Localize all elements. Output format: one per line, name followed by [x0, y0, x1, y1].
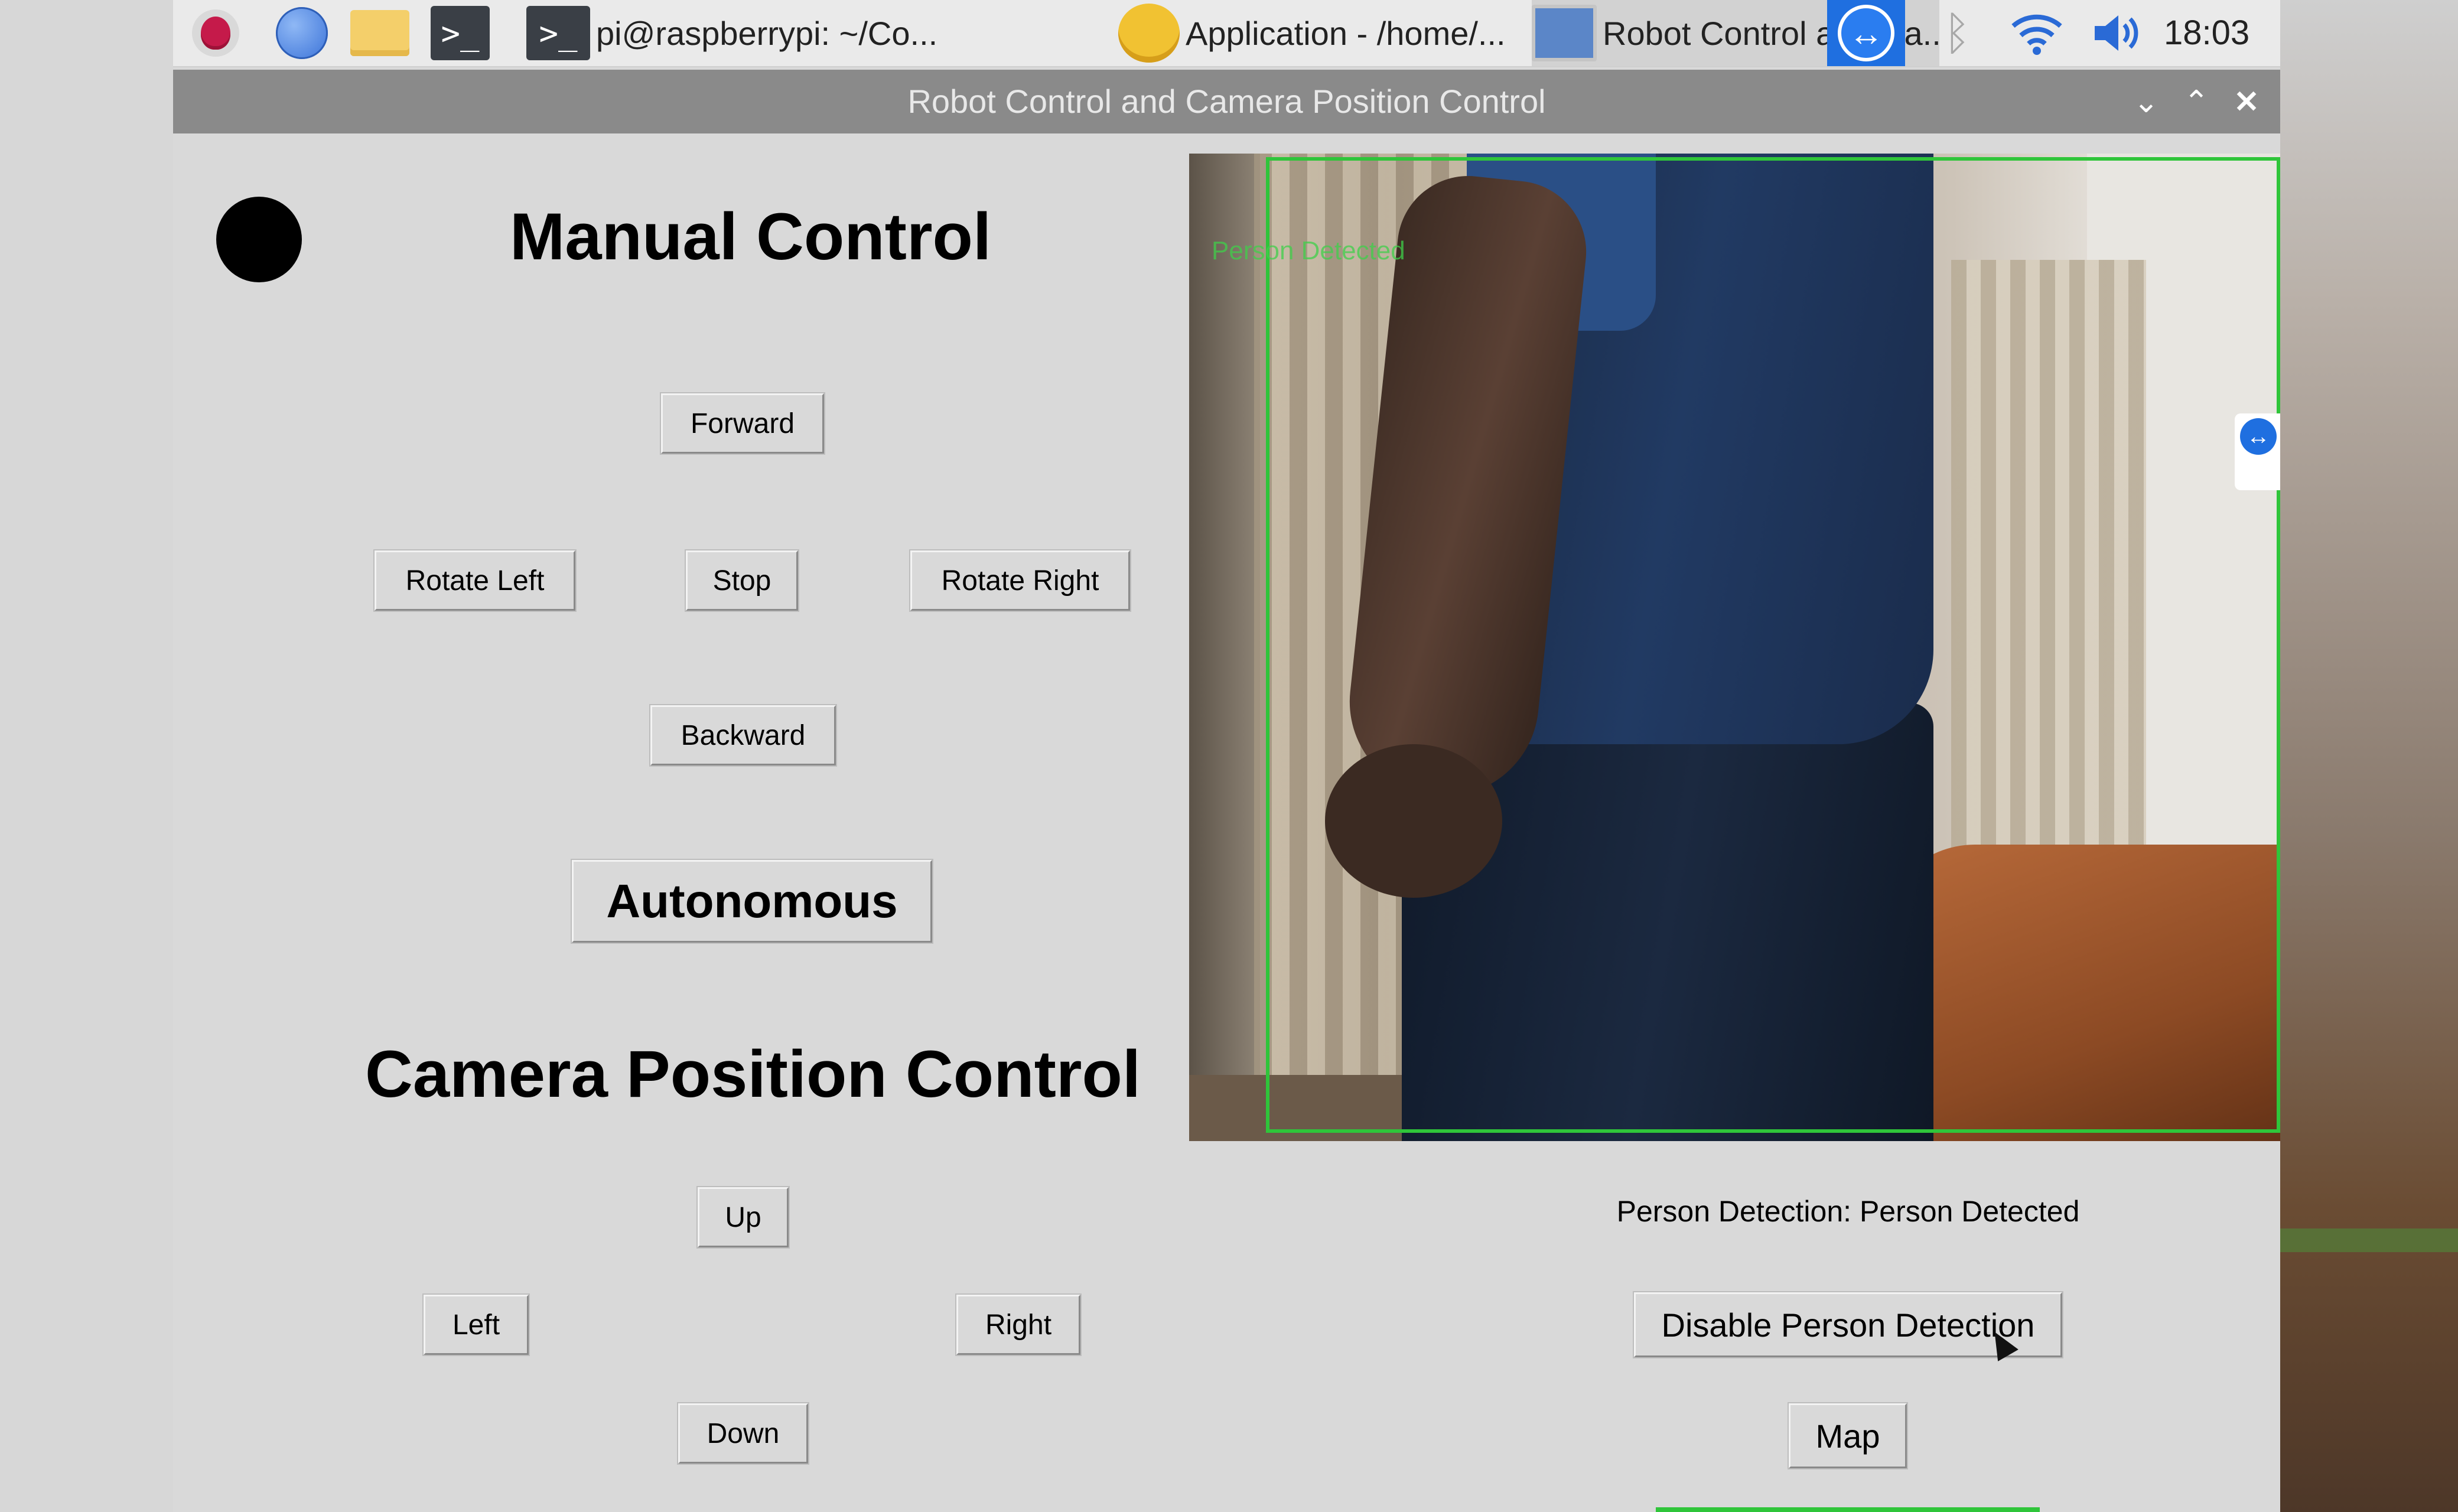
rotate-left-button[interactable]: Rotate Left [375, 550, 575, 611]
taskbar: >_ >_ pi@raspberrypi: ~/Co... Applicatio… [173, 0, 2280, 67]
taskbar-item-label: pi@raspberrypi: ~/Co... [596, 14, 938, 52]
web-browser-icon[interactable] [272, 6, 331, 60]
autonomous-button[interactable]: Autonomous [572, 860, 932, 943]
taskbar-item-label: Application - /home/... [1186, 14, 1506, 52]
camera-down-button[interactable]: Down [678, 1403, 808, 1464]
rotate-right-button[interactable]: Rotate Right [910, 550, 1130, 611]
background-left-edge [0, 0, 173, 1512]
backward-button[interactable]: Backward [650, 705, 836, 765]
background-ghost-stripe [2280, 1228, 2458, 1252]
window-content: Manual Control Forward Rotate Left Stop … [173, 133, 2280, 1512]
teamviewer-float-icon[interactable]: ↔ [2235, 413, 2280, 490]
maximize-icon[interactable]: ⌃ [2176, 82, 2217, 123]
window-title: Robot Control and Camera Position Contro… [907, 83, 1546, 120]
detection-box-label: Person Detected [1212, 236, 1405, 265]
clock[interactable]: 18:03 [2164, 0, 2249, 66]
file-manager-icon[interactable] [350, 6, 409, 60]
camera-position-heading: Camera Position Control [365, 1037, 1141, 1111]
close-icon[interactable]: ✕ [2226, 82, 2267, 123]
volume-icon[interactable] [2084, 0, 2149, 66]
status-indicator [216, 197, 302, 282]
detection-bounding-box [1266, 157, 2280, 1133]
teamviewer-icon[interactable]: ↔ [1827, 0, 1905, 66]
forward-button[interactable]: Forward [661, 393, 824, 454]
terminal-window-icon: >_ [526, 6, 590, 60]
camera-feed: Person Detected ↔ [1189, 154, 2280, 1141]
manual-control-heading: Manual Control [510, 200, 992, 273]
taskbar-item-terminal[interactable]: >_ pi@raspberrypi: ~/Co... [526, 0, 1111, 66]
raspberry-menu-icon[interactable] [186, 6, 245, 60]
camera-up-button[interactable]: Up [698, 1187, 789, 1247]
minimize-icon[interactable]: ⌄ [2125, 82, 2167, 123]
person-detection-status: Person Detection: Person Detected [1616, 1195, 2080, 1228]
map-button[interactable]: Map [1789, 1403, 1907, 1468]
feed-left-wall [1189, 154, 1260, 1141]
window-icon [1532, 5, 1597, 61]
terminal-icon[interactable]: >_ [431, 6, 490, 60]
wifi-icon[interactable] [2004, 0, 2069, 66]
window-titlebar[interactable]: Robot Control and Camera Position Contro… [173, 70, 2280, 133]
bluetooth-icon[interactable]: ᛒ [1933, 0, 1981, 66]
camera-left-button[interactable]: Left [424, 1295, 529, 1355]
application-icon [1118, 4, 1180, 63]
desktop-screen: >_ >_ pi@raspberrypi: ~/Co... Applicatio… [173, 0, 2280, 1512]
background-right-edge [2280, 0, 2458, 1512]
green-progress-line [1656, 1507, 2040, 1512]
stop-button[interactable]: Stop [686, 550, 798, 611]
camera-right-button[interactable]: Right [956, 1295, 1080, 1355]
taskbar-item-application[interactable]: Application - /home/... [1118, 0, 1526, 66]
